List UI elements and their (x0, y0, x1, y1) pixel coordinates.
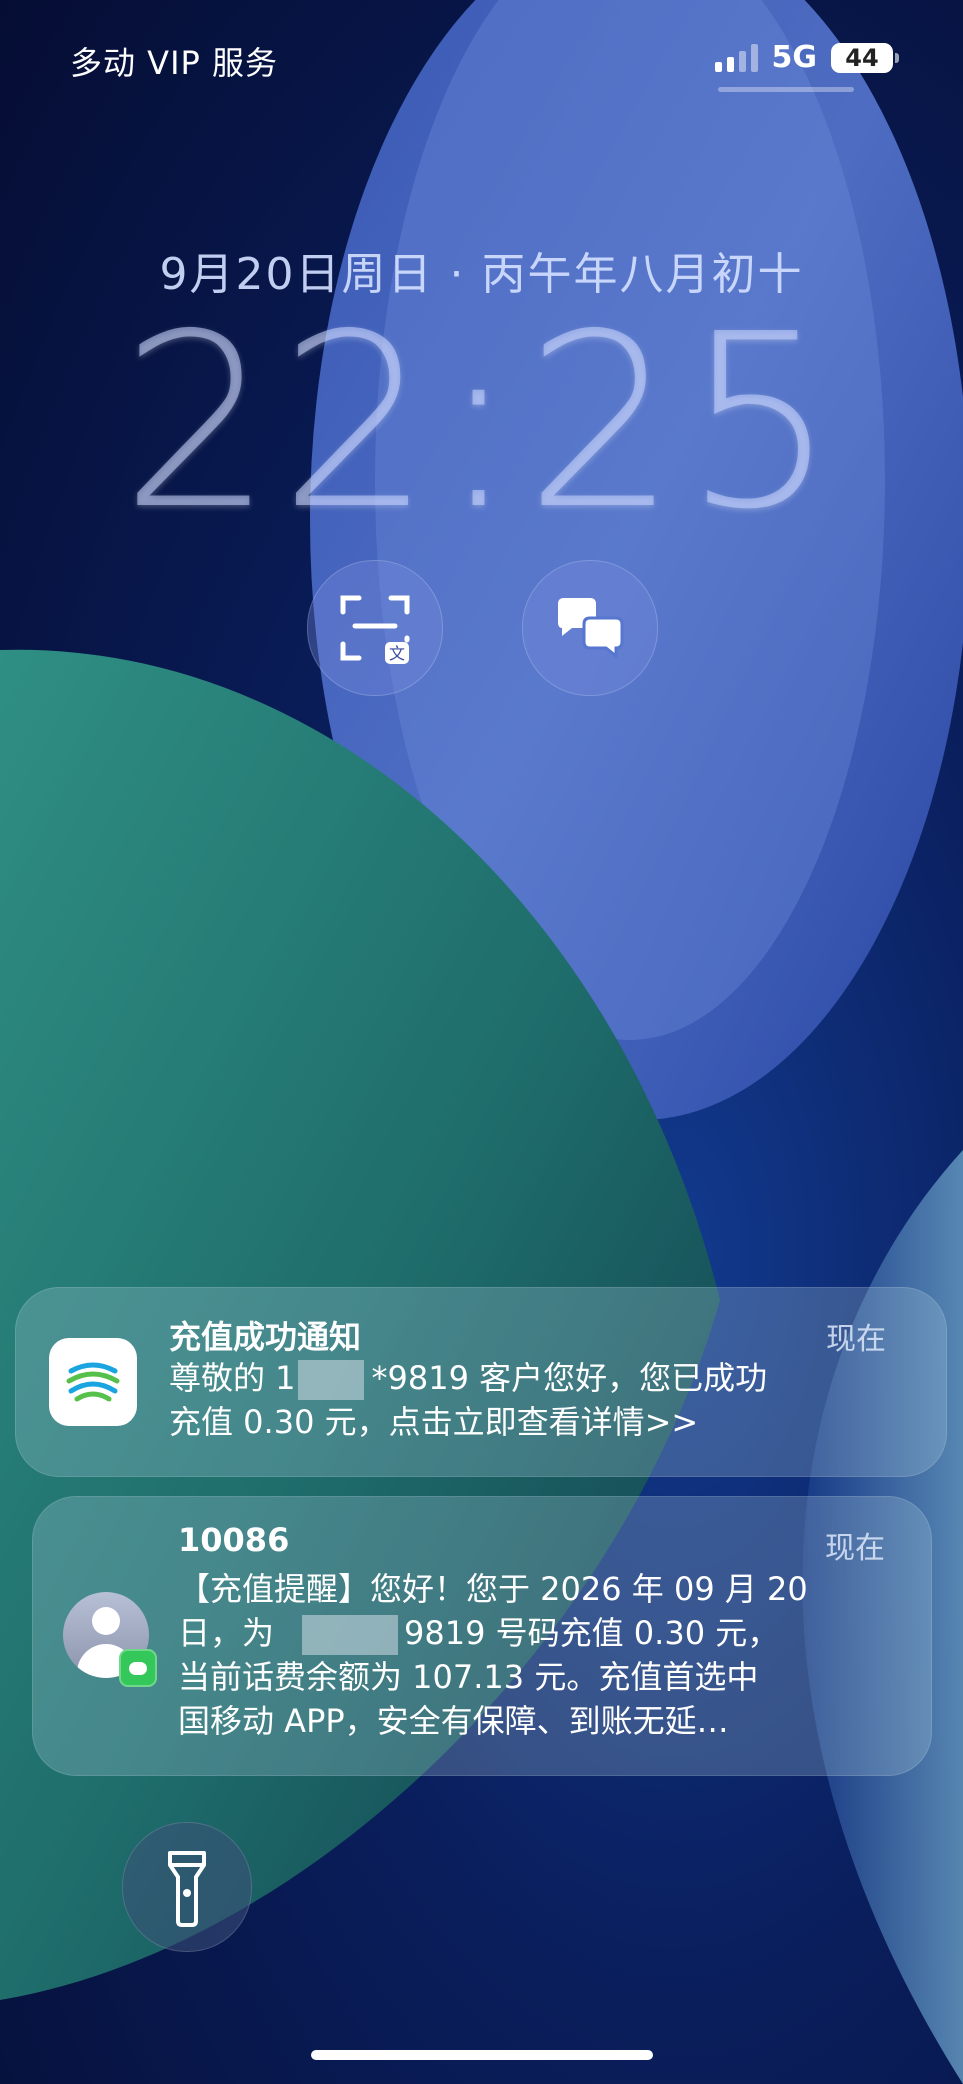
signal-icon (714, 43, 758, 72)
translate-icon (558, 598, 624, 660)
notification-body: 【充值提醒】您好！您于 2026 年 09 月 20 日，为 9819 号码充值 … (178, 1567, 808, 1743)
network-type: 5G (771, 40, 818, 75)
body-text: 当前话费余额为 107.13 元。充值首选中 (178, 1658, 759, 1696)
lock-clock: 22:25 (120, 282, 843, 562)
redacted-number (302, 1615, 399, 1655)
notification-time: 现在 (826, 1322, 886, 1357)
scan-translate-icon: 文 (340, 595, 410, 664)
carrier-label: 多动 VIP 服务 (70, 44, 278, 82)
translate-widget[interactable] (522, 560, 658, 696)
body-text: 尊敬的 1 (169, 1359, 296, 1397)
body-text: 充值 0.30 元，点击立即查看详情>> (169, 1403, 699, 1441)
control-center-handle[interactable] (718, 87, 854, 92)
svg-text:文: 文 (389, 644, 405, 663)
flashlight-icon (168, 1851, 206, 1927)
notification-title: 10086 (178, 1521, 290, 1559)
scan-translate-widget[interactable]: 文 (307, 560, 443, 696)
battery-icon: 44 (831, 42, 899, 73)
body-text: 【充值提醒】您好！您于 2026 年 09 月 20 (178, 1570, 808, 1608)
status-indicators: 5G 44 (714, 40, 899, 75)
body-text: 国移动 APP，安全有保障、到账无延… (178, 1702, 729, 1740)
notification-time: 现在 (825, 1531, 885, 1566)
status-bar: 多动 VIP 服务 5G 44 (0, 0, 963, 120)
notification-body: 尊敬的 1 *9819 客户您好，您已成功 充值 0.30 元，点击立即查看详情>… (169, 1356, 767, 1444)
battery-level: 44 (845, 43, 879, 72)
notification-title: 充值成功通知 (169, 1318, 362, 1356)
home-indicator[interactable] (311, 2050, 653, 2060)
body-text: 9819 号码充值 0.30 元， (404, 1614, 780, 1652)
redacted-number (297, 1360, 364, 1400)
china-mobile-app-icon (49, 1338, 137, 1426)
notification-recharge-success[interactable]: 充值成功通知 现在 尊敬的 1 *9819 客户您好，您已成功 充值 0.30 元… (15, 1287, 947, 1477)
notification-sms-10086[interactable]: 10086 现在 【充值提醒】您好！您于 2026 年 09 月 20 日，为 9… (32, 1496, 932, 1776)
messages-icon (119, 1649, 157, 1687)
flashlight-button[interactable] (122, 1822, 252, 1952)
body-text: 日，为 (178, 1614, 275, 1652)
body-text: *9819 客户您好，您已成功 (371, 1359, 768, 1397)
